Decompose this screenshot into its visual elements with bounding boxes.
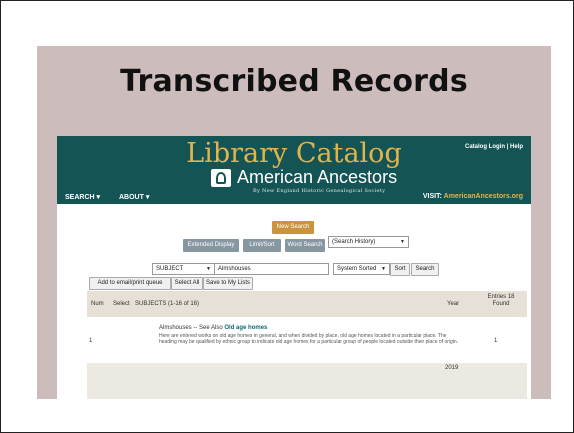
add-email-print-button[interactable]: Add to email/print queue bbox=[89, 277, 171, 290]
visit-site[interactable]: AmericanAncestors.org bbox=[444, 193, 523, 200]
row-entries: 1 bbox=[494, 338, 498, 344]
row-year: 2019 bbox=[445, 365, 459, 371]
chevron-down-icon: ▼ bbox=[206, 266, 211, 272]
visit-link[interactable]: VISIT: AmericanAncestors.org bbox=[423, 193, 523, 200]
search-field-value: SUBJECT bbox=[156, 266, 184, 272]
extended-display-button[interactable]: Extended Display bbox=[183, 239, 239, 252]
search-input[interactable]: Almshouses bbox=[214, 263, 329, 275]
chevron-down-icon: ▼ bbox=[381, 266, 386, 272]
word-search-button[interactable]: Word Search bbox=[285, 239, 325, 252]
nav-search-menu[interactable]: SEARCH ▾ bbox=[65, 193, 100, 201]
search-field-select[interactable]: SUBJECT ▼ bbox=[152, 263, 215, 275]
american-ancestors-logo-icon bbox=[211, 169, 231, 187]
col-entries: Entries 18 Found bbox=[487, 294, 515, 307]
new-search-button[interactable]: New Search bbox=[272, 221, 314, 234]
nav-about-menu[interactable]: ABOUT ▾ bbox=[119, 193, 149, 201]
visit-label: VISIT: bbox=[422, 193, 442, 200]
slide-title: Transcribed Records bbox=[120, 64, 468, 99]
catalog-screenshot: Library Catalog American Ancestors By Ne… bbox=[57, 136, 531, 399]
save-to-lists-button[interactable]: Save to My Lists bbox=[203, 277, 253, 290]
sort-value: System Sorted bbox=[337, 266, 377, 272]
brand-subtitle: By New England Historic Genealogical Soc… bbox=[253, 188, 386, 194]
search-button[interactable]: Search bbox=[411, 263, 439, 276]
sort-button[interactable]: Sort bbox=[390, 263, 410, 276]
brand-name: American Ancestors bbox=[237, 167, 398, 187]
chevron-down-icon: ▼ bbox=[400, 239, 405, 245]
row-subject-title: Almshouses -- See Also Old age homes bbox=[159, 325, 267, 331]
catalog-header: Library Catalog American Ancestors By Ne… bbox=[57, 136, 531, 204]
select-all-button[interactable]: Select All bbox=[171, 277, 203, 290]
search-history-value: (Search History) bbox=[332, 239, 376, 245]
catalog-title: Library Catalog bbox=[186, 138, 402, 169]
row-num: 1 bbox=[89, 338, 93, 344]
row-subject-prefix: Almshouses -- See Also bbox=[159, 325, 223, 331]
catalog-login-help-links[interactable]: Catalog Login | Help bbox=[465, 144, 523, 150]
col-num: Num bbox=[91, 301, 104, 307]
slide-frame: Transcribed Records Library Catalog Amer… bbox=[0, 0, 574, 433]
subject-link-old-age-homes[interactable]: Old age homes bbox=[224, 325, 267, 331]
col-subjects: SUBJECTS (1-16 of 16) bbox=[135, 301, 200, 307]
col-year: Year bbox=[447, 301, 460, 307]
table-row: 2019 bbox=[87, 363, 527, 399]
col-select: Select bbox=[113, 301, 130, 307]
table-header: Num Select SUBJECTS (1-16 of 16) Year En… bbox=[87, 291, 527, 317]
slide-panel: Transcribed Records Library Catalog Amer… bbox=[37, 46, 551, 399]
limit-sort-button[interactable]: Limit/Sort bbox=[243, 239, 281, 252]
row-subject-description: Here are entered works on old age homes … bbox=[159, 333, 459, 345]
search-history-select[interactable]: (Search History) ▼ bbox=[328, 236, 409, 248]
sort-select[interactable]: System Sorted ▼ bbox=[333, 263, 390, 275]
